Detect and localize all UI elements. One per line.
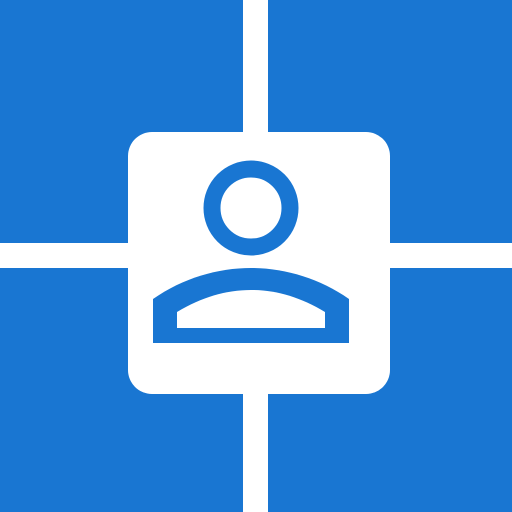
app-icon	[0, 0, 512, 512]
user-badge	[128, 132, 390, 394]
person-icon	[153, 160, 349, 343]
person-head-icon	[203, 160, 299, 256]
